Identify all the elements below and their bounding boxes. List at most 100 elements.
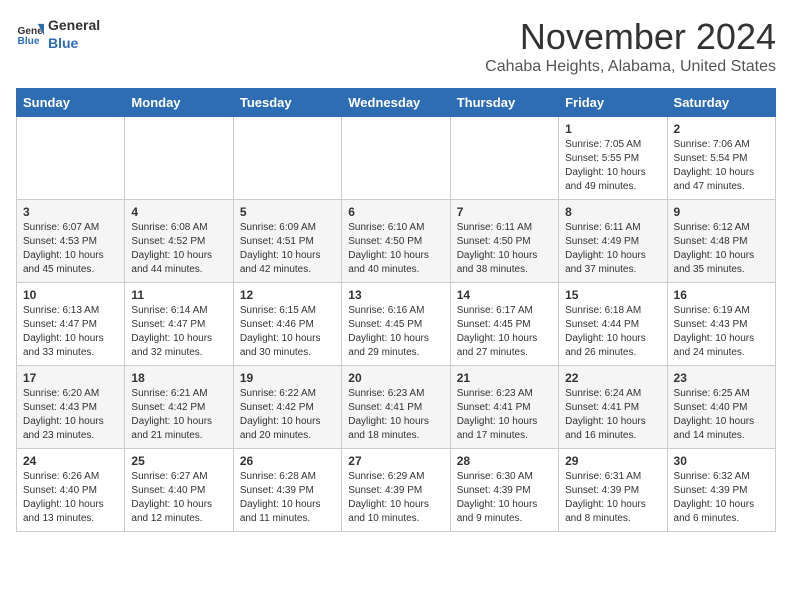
calendar-header: SundayMondayTuesdayWednesdayThursdayFrid… [17, 89, 776, 117]
week-row-3: 10Sunrise: 6:13 AM Sunset: 4:47 PM Dayli… [17, 283, 776, 366]
day-number: 21 [457, 371, 552, 385]
calendar-cell: 28 Sunrise: 6:30 AM Sunset: 4:39 PM Dayli… [450, 449, 558, 532]
calendar-cell: 4 Sunrise: 6:08 AM Sunset: 4:52 PM Daylig… [125, 200, 233, 283]
calendar-cell: 17Sunrise: 6:20 AM Sunset: 4:43 PM Dayli… [17, 366, 125, 449]
day-info: Sunrise: 6:23 AM Sunset: 4:41 PM Dayligh… [457, 387, 552, 443]
page-header: General Blue General Blue November 2024 … [16, 16, 776, 76]
week-row-5: 24 Sunrise: 6:26 AM Sunset: 4:40 PM Dayli… [17, 449, 776, 532]
day-number: 14 [457, 288, 552, 302]
calendar-cell [233, 117, 341, 200]
day-number: 10 [23, 288, 118, 302]
day-info: Sunrise: 6:10 AM Sunset: 4:50 PM Dayligh… [348, 221, 443, 277]
logo-text-general: General [48, 16, 100, 34]
day-number: 19 [240, 371, 335, 385]
day-info: Sunrise: 6:23 AM Sunset: 4:41 PM Dayligh… [348, 387, 443, 443]
weekday-header-thursday: Thursday [450, 89, 558, 117]
calendar-cell: 26 Sunrise: 6:28 AM Sunset: 4:39 PM Dayli… [233, 449, 341, 532]
logo-icon: General Blue [16, 20, 44, 48]
day-number: 23 [674, 371, 769, 385]
day-info: Sunrise: 6:19 AM Sunset: 4:43 PM Dayligh… [674, 304, 769, 360]
week-row-4: 17Sunrise: 6:20 AM Sunset: 4:43 PM Dayli… [17, 366, 776, 449]
day-info: Sunrise: 6:11 AM Sunset: 4:49 PM Dayligh… [565, 221, 660, 277]
day-info: Sunrise: 6:20 AM Sunset: 4:43 PM Dayligh… [23, 387, 118, 443]
calendar-cell [342, 117, 450, 200]
svg-text:Blue: Blue [18, 36, 40, 47]
calendar-cell: 1 Sunrise: 7:05 AM Sunset: 5:55 PM Daylig… [559, 117, 667, 200]
weekday-header-wednesday: Wednesday [342, 89, 450, 117]
calendar-cell: 2Sunrise: 7:06 AM Sunset: 5:54 PM Daylig… [667, 117, 775, 200]
weekday-header-sunday: Sunday [17, 89, 125, 117]
month-title: November 2024 [485, 16, 776, 58]
calendar-cell: 14 Sunrise: 6:17 AM Sunset: 4:45 PM Dayli… [450, 283, 558, 366]
calendar-cell: 6 Sunrise: 6:10 AM Sunset: 4:50 PM Daylig… [342, 200, 450, 283]
day-info: Sunrise: 6:16 AM Sunset: 4:45 PM Dayligh… [348, 304, 443, 360]
calendar-cell: 8 Sunrise: 6:11 AM Sunset: 4:49 PM Daylig… [559, 200, 667, 283]
day-info: Sunrise: 6:09 AM Sunset: 4:51 PM Dayligh… [240, 221, 335, 277]
weekday-header-saturday: Saturday [667, 89, 775, 117]
day-number: 5 [240, 205, 335, 219]
day-number: 20 [348, 371, 443, 385]
calendar-body: 1 Sunrise: 7:05 AM Sunset: 5:55 PM Daylig… [17, 117, 776, 532]
day-info: Sunrise: 6:30 AM Sunset: 4:39 PM Dayligh… [457, 470, 552, 526]
calendar-cell [125, 117, 233, 200]
day-number: 30 [674, 454, 769, 468]
week-row-2: 3Sunrise: 6:07 AM Sunset: 4:53 PM Daylig… [17, 200, 776, 283]
calendar-cell: 15Sunrise: 6:18 AM Sunset: 4:44 PM Dayli… [559, 283, 667, 366]
day-info: Sunrise: 6:22 AM Sunset: 4:42 PM Dayligh… [240, 387, 335, 443]
day-number: 25 [131, 454, 226, 468]
day-info: Sunrise: 7:05 AM Sunset: 5:55 PM Dayligh… [565, 138, 660, 194]
day-info: Sunrise: 6:31 AM Sunset: 4:39 PM Dayligh… [565, 470, 660, 526]
day-info: Sunrise: 6:27 AM Sunset: 4:40 PM Dayligh… [131, 470, 226, 526]
weekday-header-monday: Monday [125, 89, 233, 117]
day-number: 28 [457, 454, 552, 468]
calendar-cell: 18Sunrise: 6:21 AM Sunset: 4:42 PM Dayli… [125, 366, 233, 449]
day-number: 18 [131, 371, 226, 385]
day-info: Sunrise: 6:32 AM Sunset: 4:39 PM Dayligh… [674, 470, 769, 526]
day-number: 3 [23, 205, 118, 219]
weekday-header-tuesday: Tuesday [233, 89, 341, 117]
day-number: 1 [565, 122, 660, 136]
title-block: November 2024 Cahaba Heights, Alabama, U… [485, 16, 776, 76]
day-info: Sunrise: 6:15 AM Sunset: 4:46 PM Dayligh… [240, 304, 335, 360]
day-number: 6 [348, 205, 443, 219]
calendar-cell [17, 117, 125, 200]
weekday-header-row: SundayMondayTuesdayWednesdayThursdayFrid… [17, 89, 776, 117]
day-number: 2 [674, 122, 769, 136]
day-info: Sunrise: 6:17 AM Sunset: 4:45 PM Dayligh… [457, 304, 552, 360]
calendar-cell: 21 Sunrise: 6:23 AM Sunset: 4:41 PM Dayli… [450, 366, 558, 449]
day-info: Sunrise: 6:26 AM Sunset: 4:40 PM Dayligh… [23, 470, 118, 526]
day-number: 15 [565, 288, 660, 302]
day-number: 26 [240, 454, 335, 468]
calendar-cell: 16Sunrise: 6:19 AM Sunset: 4:43 PM Dayli… [667, 283, 775, 366]
day-number: 13 [348, 288, 443, 302]
week-row-1: 1 Sunrise: 7:05 AM Sunset: 5:55 PM Daylig… [17, 117, 776, 200]
calendar-cell: 13 Sunrise: 6:16 AM Sunset: 4:45 PM Dayli… [342, 283, 450, 366]
day-number: 4 [131, 205, 226, 219]
day-number: 22 [565, 371, 660, 385]
day-number: 8 [565, 205, 660, 219]
day-info: Sunrise: 6:28 AM Sunset: 4:39 PM Dayligh… [240, 470, 335, 526]
day-info: Sunrise: 6:25 AM Sunset: 4:40 PM Dayligh… [674, 387, 769, 443]
day-number: 7 [457, 205, 552, 219]
calendar-cell: 19 Sunrise: 6:22 AM Sunset: 4:42 PM Dayli… [233, 366, 341, 449]
calendar-cell: 9 Sunrise: 6:12 AM Sunset: 4:48 PM Daylig… [667, 200, 775, 283]
day-info: Sunrise: 6:24 AM Sunset: 4:41 PM Dayligh… [565, 387, 660, 443]
day-number: 9 [674, 205, 769, 219]
day-number: 29 [565, 454, 660, 468]
calendar-cell: 11Sunrise: 6:14 AM Sunset: 4:47 PM Dayli… [125, 283, 233, 366]
calendar-cell [450, 117, 558, 200]
day-info: Sunrise: 6:14 AM Sunset: 4:47 PM Dayligh… [131, 304, 226, 360]
day-info: Sunrise: 6:11 AM Sunset: 4:50 PM Dayligh… [457, 221, 552, 277]
day-info: Sunrise: 6:08 AM Sunset: 4:52 PM Dayligh… [131, 221, 226, 277]
calendar-cell: 29 Sunrise: 6:31 AM Sunset: 4:39 PM Dayli… [559, 449, 667, 532]
day-info: Sunrise: 6:12 AM Sunset: 4:48 PM Dayligh… [674, 221, 769, 277]
weekday-header-friday: Friday [559, 89, 667, 117]
day-number: 12 [240, 288, 335, 302]
calendar-cell: 5 Sunrise: 6:09 AM Sunset: 4:51 PM Daylig… [233, 200, 341, 283]
calendar-cell: 27Sunrise: 6:29 AM Sunset: 4:39 PM Dayli… [342, 449, 450, 532]
location-title: Cahaba Heights, Alabama, United States [485, 58, 776, 76]
day-number: 27 [348, 454, 443, 468]
day-number: 24 [23, 454, 118, 468]
calendar-cell: 24 Sunrise: 6:26 AM Sunset: 4:40 PM Dayli… [17, 449, 125, 532]
calendar-table: SundayMondayTuesdayWednesdayThursdayFrid… [16, 88, 776, 532]
